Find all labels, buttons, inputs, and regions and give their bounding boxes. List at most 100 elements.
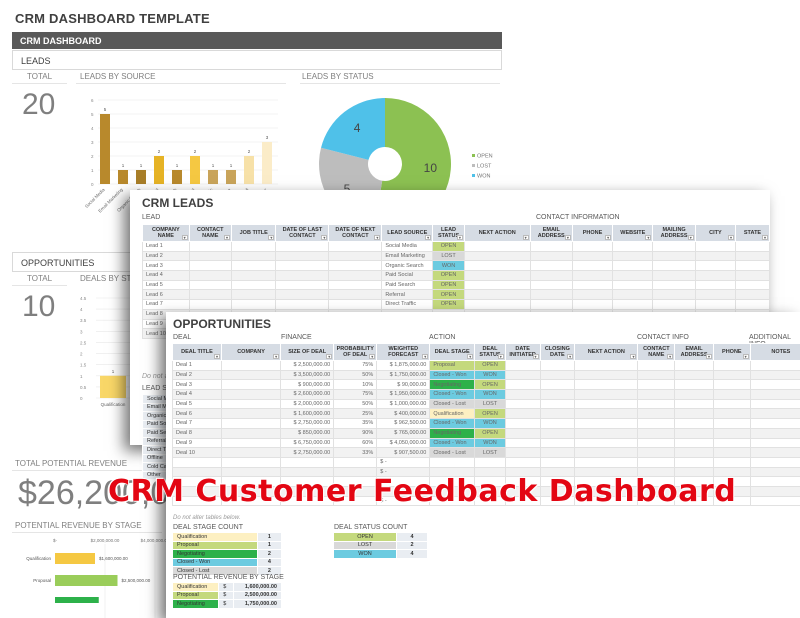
cell-date-of-last-contact[interactable] <box>275 241 330 252</box>
cell-probability-of-deal[interactable]: 60% <box>333 437 378 449</box>
opp-header-deal-title[interactable]: DEAL TITLE ▾ <box>172 343 222 361</box>
cell-phone[interactable] <box>571 270 614 281</box>
cell-job-title[interactable] <box>230 279 277 291</box>
cell-next-action[interactable] <box>574 379 639 391</box>
filter-dropdown-icon[interactable]: ▾ <box>742 354 749 359</box>
leads-header-contact-name[interactable]: CONTACT NAME ▾ <box>188 224 232 242</box>
cell-company[interactable] <box>220 369 282 381</box>
leads-header-website[interactable]: WEBSITE ▾ <box>612 224 654 242</box>
cell-size-of-deal[interactable]: $ 2,000,000.00 <box>280 398 335 410</box>
filter-dropdown-icon[interactable]: ▾ <box>497 354 504 359</box>
cell-date-of-next-contact[interactable] <box>328 241 383 252</box>
filter-dropdown-icon[interactable]: ▾ <box>762 235 768 240</box>
cell-phone[interactable] <box>712 437 751 449</box>
cell-date-initiated[interactable] <box>504 360 541 371</box>
cell-company-name[interactable]: Lead 2 <box>142 250 190 262</box>
cell-company[interactable] <box>220 447 282 458</box>
cell-city[interactable] <box>694 260 737 272</box>
cell-probability-of-deal[interactable]: 50% <box>333 398 378 410</box>
cell-phone[interactable] <box>571 250 614 262</box>
cell-closing-date[interactable] <box>539 398 576 410</box>
cell-mailing-address[interactable] <box>652 241 696 252</box>
cell-contact-name[interactable] <box>637 447 676 458</box>
cell-email-address[interactable] <box>674 447 714 458</box>
filter-dropdown-icon[interactable]: ▾ <box>532 354 539 359</box>
cell-next-action[interactable] <box>463 270 531 281</box>
cell-notes[interactable] <box>749 456 800 468</box>
cell-state[interactable] <box>735 250 770 262</box>
cell-lead-source[interactable]: Email Marketing <box>381 250 434 262</box>
cell-phone[interactable] <box>712 427 751 439</box>
cell-email-address[interactable] <box>529 279 573 291</box>
cell-size-of-deal[interactable]: $ 2,750,000.00 <box>280 418 335 429</box>
cell-size-of-deal[interactable]: $ 1,600,000.00 <box>280 408 335 420</box>
cell-contact-name[interactable] <box>637 360 676 371</box>
cell-closing-date[interactable] <box>539 427 576 439</box>
cell-email-address[interactable] <box>674 427 714 439</box>
filter-dropdown-icon[interactable]: ▾ <box>687 235 694 240</box>
cell-company[interactable] <box>220 389 282 400</box>
leads-header-company-name[interactable]: COMPANY NAME ▾ <box>142 224 190 242</box>
cell-company[interactable] <box>220 379 282 391</box>
cell-probability-of-deal[interactable] <box>333 456 378 468</box>
cell-weighted-forecast[interactable]: $ 90,000.00 <box>376 379 431 391</box>
cell-date-of-last-contact[interactable] <box>275 289 330 301</box>
cell-lead-status[interactable]: OPEN <box>432 289 465 301</box>
cell-deal-status[interactable]: WON <box>474 369 506 381</box>
cell-deal-stage[interactable]: Closed - Lost <box>429 447 476 458</box>
cell-company-name[interactable]: Lead 5 <box>142 279 190 291</box>
cell-contact-name[interactable] <box>188 260 232 272</box>
opp-header-email-address[interactable]: EMAIL ADDRESS ▾ <box>674 343 714 361</box>
cell-deal-status[interactable]: LOST <box>474 398 506 410</box>
cell-job-title[interactable] <box>230 241 277 252</box>
cell-lead-status[interactable]: OPEN <box>432 299 465 310</box>
cell-email-address[interactable] <box>674 408 714 420</box>
cell-email-address[interactable] <box>529 250 573 262</box>
cell-contact-name[interactable] <box>637 398 676 410</box>
cell-notes[interactable] <box>749 379 800 391</box>
cell-company[interactable] <box>220 408 282 420</box>
filter-dropdown-icon[interactable]: ▾ <box>326 354 333 359</box>
filter-dropdown-icon[interactable]: ▾ <box>605 235 612 240</box>
cell-deal-status[interactable]: WON <box>474 389 506 400</box>
leads-header-email-address[interactable]: EMAIL ADDRESS ▾ <box>529 224 573 242</box>
cell-website[interactable] <box>612 299 654 310</box>
cell-notes[interactable] <box>749 418 800 429</box>
cell-website[interactable] <box>612 289 654 301</box>
cell-weighted-forecast[interactable]: $ - <box>376 456 431 468</box>
cell-date-initiated[interactable] <box>504 456 541 468</box>
cell-job-title[interactable] <box>230 250 277 262</box>
cell-probability-of-deal[interactable]: 35% <box>333 418 378 429</box>
cell-date-of-next-contact[interactable] <box>328 299 383 310</box>
cell-notes[interactable] <box>749 408 800 420</box>
cell-date-of-next-contact[interactable] <box>328 250 383 262</box>
leads-header-date-of-last-contact[interactable]: DATE OF LAST CONTACT ▾ <box>275 224 330 242</box>
filter-dropdown-icon[interactable]: ▾ <box>369 354 376 359</box>
filter-dropdown-icon[interactable]: ▾ <box>728 235 734 240</box>
cell-email-address[interactable] <box>674 389 714 400</box>
filter-dropdown-icon[interactable]: ▾ <box>456 235 463 240</box>
cell-probability-of-deal[interactable]: 90% <box>333 427 378 439</box>
filter-dropdown-icon[interactable]: ▾ <box>213 354 220 359</box>
cell-email-address[interactable] <box>529 241 573 252</box>
filter-dropdown-icon[interactable]: ▾ <box>645 235 652 240</box>
cell-next-action[interactable] <box>574 360 639 371</box>
cell-website[interactable] <box>612 270 654 281</box>
cell-email-address[interactable] <box>674 437 714 449</box>
cell-notes[interactable] <box>749 485 800 497</box>
cell-deal-stage[interactable]: Negotiating <box>429 379 476 391</box>
cell-weighted-forecast[interactable]: $ 400,000.00 <box>376 408 431 420</box>
cell-company-name[interactable]: Lead 4 <box>142 270 190 281</box>
cell-deal-stage[interactable]: Closed - Won <box>429 369 476 381</box>
leads-header-state[interactable]: STATE ▾ <box>735 224 770 242</box>
cell-deal-title[interactable]: Deal 1 <box>172 360 222 371</box>
opp-header-date-initiated[interactable]: DATE INITIATED ▾ <box>504 343 541 361</box>
opp-header-notes[interactable]: NOTES▾ <box>749 343 800 361</box>
cell-probability-of-deal[interactable]: 75% <box>333 389 378 400</box>
cell-lead-source[interactable]: Direct Traffic <box>381 299 434 310</box>
cell-mailing-address[interactable] <box>652 299 696 310</box>
cell-weighted-forecast[interactable]: $ 907,500.00 <box>376 447 431 458</box>
opp-header-size-of-deal[interactable]: SIZE OF DEAL ▾ <box>280 343 335 361</box>
cell-lead-source[interactable]: Social Media <box>381 241 434 252</box>
cell-next-action[interactable] <box>463 260 531 272</box>
